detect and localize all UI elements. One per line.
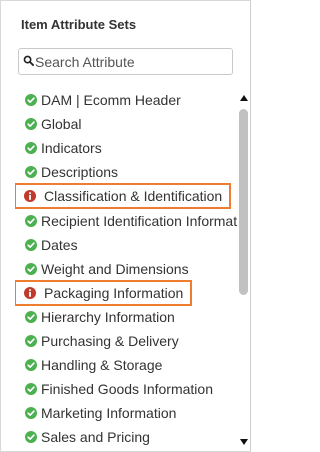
- error-info-icon: [24, 286, 36, 299]
- attribute-set-item[interactable]: Packaging Information: [15, 279, 193, 306]
- list-scrollbar[interactable]: [237, 89, 251, 447]
- attribute-set-label: Packaging Information: [44, 284, 184, 301]
- attribute-set-label: Global: [41, 116, 82, 133]
- attribute-set-item[interactable]: Descriptions: [15, 161, 118, 183]
- attribute-set-label: Purchasing & Delivery: [41, 333, 179, 349]
- scroll-thumb[interactable]: [239, 109, 248, 295]
- check-circle-icon: [25, 238, 37, 251]
- check-circle-icon: [25, 407, 37, 420]
- check-circle-icon: [25, 310, 37, 323]
- check-circle-icon: [25, 142, 37, 155]
- attribute-set-item[interactable]: Handling & Storage: [15, 354, 162, 376]
- check-circle-icon: [25, 166, 37, 179]
- attribute-set-list: DAM | Ecomm Header Global Indicators Descri…: [15, 89, 237, 449]
- attribute-set-item[interactable]: Indicators: [15, 137, 102, 159]
- check-circle-icon: [25, 335, 37, 347]
- attribute-set-label: Descriptions: [41, 164, 119, 181]
- check-circle-icon: [25, 118, 37, 131]
- check-circle-icon: [25, 359, 37, 372]
- attribute-set-item[interactable]: Purchasing & Delivery: [15, 330, 179, 352]
- attribute-set-label: Dates: [41, 236, 78, 253]
- attribute-set-item[interactable]: Classification & Identification: [15, 183, 232, 210]
- item-attribute-sets-panel: Item Attribute Sets DAM | Ecomm Header Gl…: [0, 0, 251, 452]
- attribute-set-item[interactable]: DAM | Ecomm Header: [15, 89, 181, 111]
- search-icon: [23, 55, 34, 66]
- attribute-set-item[interactable]: Recipient Identification Information: [15, 210, 237, 232]
- search-box[interactable]: [18, 48, 233, 75]
- attribute-set-label: DAM | Ecomm Header: [41, 92, 181, 108]
- attribute-set-item[interactable]: Dates: [15, 234, 78, 256]
- attribute-set-label: Marketing Information: [41, 405, 177, 422]
- check-circle-icon: [25, 214, 37, 227]
- attribute-set-label: Indicators: [41, 140, 102, 157]
- attribute-set-label: Sales and Pricing: [41, 429, 150, 446]
- check-circle-icon: [25, 94, 37, 106]
- check-circle-icon: [25, 431, 37, 444]
- check-circle-icon: [25, 383, 37, 396]
- attribute-set-label: Weight and Dimensions: [41, 260, 189, 277]
- attribute-set-label: Classification & Identification: [44, 188, 223, 205]
- scroll-down-arrow-icon[interactable]: [240, 439, 248, 445]
- panel-title: Item Attribute Sets: [21, 17, 137, 32]
- error-info-icon: [24, 190, 36, 203]
- scroll-up-arrow-icon[interactable]: [240, 95, 248, 101]
- attribute-set-item[interactable]: Marketing Information: [15, 402, 176, 424]
- attribute-set-label: Hierarchy Information: [41, 308, 175, 325]
- attribute-set-label: Handling & Storage: [41, 357, 163, 374]
- attribute-set-item[interactable]: Weight and Dimensions: [15, 258, 189, 280]
- check-circle-icon: [25, 262, 37, 275]
- attribute-set-item[interactable]: Global: [15, 113, 81, 135]
- attribute-set-item[interactable]: Finished Goods Information: [15, 378, 213, 400]
- search-input[interactable]: [35, 49, 225, 74]
- attribute-set-label: Finished Goods Information: [41, 381, 213, 398]
- attribute-set-label: Recipient Identification Information: [41, 212, 237, 229]
- attribute-set-item[interactable]: Sales and Pricing: [15, 426, 150, 448]
- attribute-set-item[interactable]: Hierarchy Information: [15, 306, 175, 328]
